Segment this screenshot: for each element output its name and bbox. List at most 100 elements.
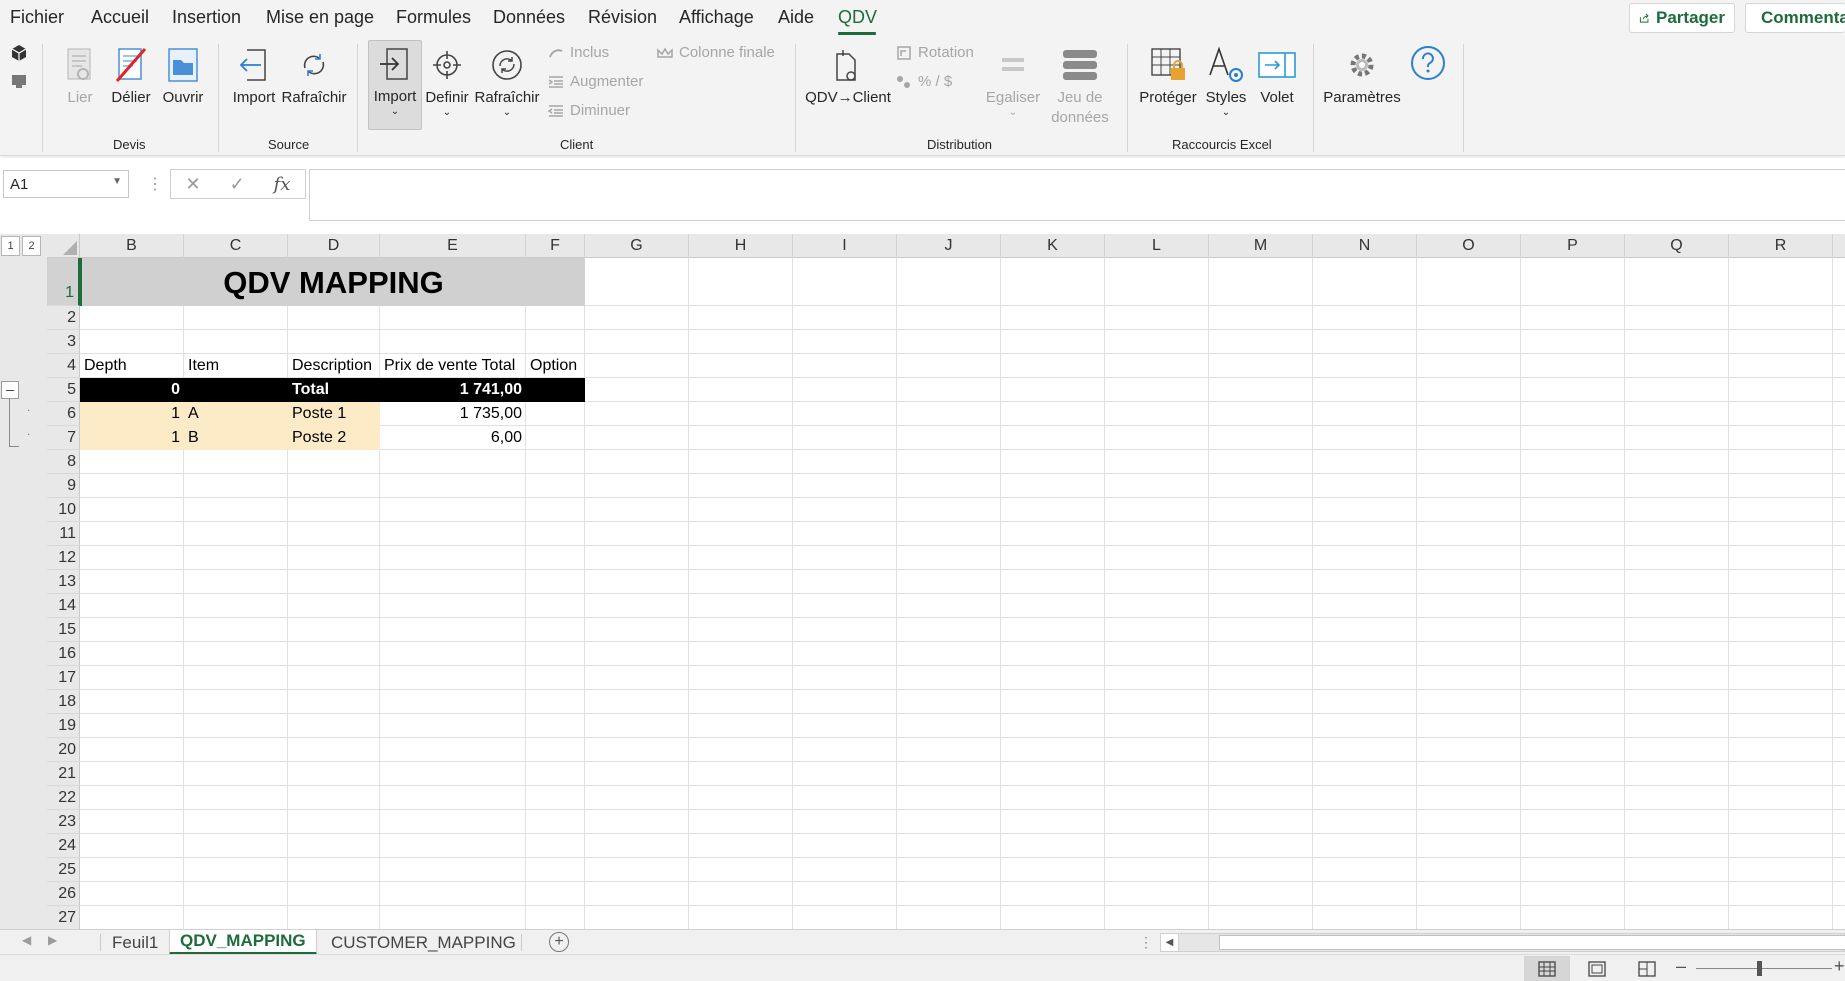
- chevron-down-icon[interactable]: ▼: [112, 176, 122, 187]
- row6-description[interactable]: Poste 1: [288, 402, 380, 426]
- rotation-button[interactable]: Rotation: [896, 44, 974, 61]
- row-header[interactable]: 3: [47, 330, 80, 354]
- row-header[interactable]: 11: [47, 522, 80, 546]
- column-header[interactable]: Q: [1625, 234, 1729, 258]
- row-header[interactable]: 23: [47, 810, 80, 834]
- row-header[interactable]: 17: [47, 666, 80, 690]
- row-header[interactable]: 24: [47, 834, 80, 858]
- cell-grid[interactable]: QDV MAPPING Depth Item Description Prix …: [80, 258, 1845, 929]
- menu-aide[interactable]: Aide: [778, 7, 814, 28]
- row6-item[interactable]: A: [184, 402, 288, 426]
- header-option[interactable]: Option: [526, 354, 585, 378]
- column-header[interactable]: H: [689, 234, 793, 258]
- header-prix[interactable]: Prix de vente Total: [380, 354, 526, 378]
- total-prix[interactable]: 1 741,00: [380, 378, 526, 402]
- menu-donnees[interactable]: Données: [493, 7, 565, 28]
- column-header[interactable]: K: [1001, 234, 1105, 258]
- column-header[interactable]: G: [585, 234, 689, 258]
- menu-accueil[interactable]: Accueil: [91, 7, 149, 28]
- menu-fichier[interactable]: Fichier: [10, 7, 64, 28]
- header-item[interactable]: Item: [184, 354, 288, 378]
- horizontal-scrollbar[interactable]: ◀: [1160, 933, 1845, 952]
- row-header[interactable]: 22: [47, 786, 80, 810]
- row-header[interactable]: 16: [47, 642, 80, 666]
- sheet-title-cell[interactable]: QDV MAPPING: [80, 258, 585, 306]
- cube-icon[interactable]: [10, 44, 28, 62]
- styles-button[interactable]: Styles ⌄: [1204, 42, 1248, 118]
- sheet-tab-customer-mapping[interactable]: CUSTOMER_MAPPING: [321, 930, 526, 955]
- column-header[interactable]: O: [1417, 234, 1521, 258]
- share-button[interactable]: Partager: [1629, 3, 1735, 33]
- row-header[interactable]: 5: [47, 378, 80, 402]
- enter-icon[interactable]: ✓: [230, 174, 245, 195]
- menu-formules[interactable]: Formules: [396, 7, 471, 28]
- sheet-tab-qdv-mapping[interactable]: QDV_MAPPING: [169, 930, 317, 955]
- row7-depth[interactable]: 1: [80, 426, 184, 450]
- column-header[interactable]: P: [1521, 234, 1625, 258]
- row-header[interactable]: 6: [47, 402, 80, 426]
- column-header[interactable]: N: [1313, 234, 1417, 258]
- column-header[interactable]: M: [1209, 234, 1313, 258]
- row-header[interactable]: 13: [47, 570, 80, 594]
- row-header[interactable]: 19: [47, 714, 80, 738]
- scroll-left-icon[interactable]: ◀: [1161, 934, 1179, 951]
- client-refresh-button[interactable]: Rafraîchir ⌄: [474, 42, 540, 118]
- menu-revision[interactable]: Révision: [588, 7, 657, 28]
- row-header[interactable]: 9: [47, 474, 80, 498]
- parametres-button[interactable]: Paramètres: [1323, 42, 1401, 108]
- more-icon[interactable]: ⋮: [1139, 934, 1153, 951]
- inclus-button[interactable]: Inclus: [548, 44, 609, 61]
- header-depth[interactable]: Depth: [80, 354, 184, 378]
- row6-prix[interactable]: 1 735,00: [380, 402, 526, 426]
- add-sheet-button[interactable]: +: [549, 932, 569, 952]
- colonne-finale-button[interactable]: Colonne finale: [657, 44, 775, 61]
- outline-level-2-button[interactable]: 2: [22, 236, 41, 256]
- tab-prev-icon[interactable]: ◀: [22, 933, 31, 947]
- row-header[interactable]: 25: [47, 858, 80, 882]
- row-header[interactable]: 2: [47, 306, 80, 330]
- column-header[interactable]: F: [526, 234, 585, 258]
- insert-function-icon[interactable]: fx: [274, 174, 291, 195]
- page-layout-view-button[interactable]: [1574, 956, 1620, 981]
- zoom-knob[interactable]: [1757, 961, 1762, 976]
- client-import-button[interactable]: Import ⌄: [368, 40, 422, 130]
- column-header[interactable]: I: [793, 234, 897, 258]
- egaliser-button[interactable]: Egaliser ⌄: [980, 42, 1046, 118]
- zoom-out-icon[interactable]: –: [1676, 956, 1686, 977]
- source-import-button[interactable]: Import: [230, 42, 278, 108]
- scroll-thumb[interactable]: [1219, 935, 1845, 950]
- augmenter-button[interactable]: Augmenter: [548, 73, 643, 90]
- row-header[interactable]: 26: [47, 882, 80, 906]
- page-break-view-button[interactable]: [1624, 956, 1670, 981]
- row-header[interactable]: 15: [47, 618, 80, 642]
- total-depth[interactable]: 0: [80, 378, 184, 402]
- row-header[interactable]: 10: [47, 498, 80, 522]
- column-header[interactable]: R: [1729, 234, 1833, 258]
- column-header[interactable]: B: [80, 234, 184, 258]
- help-icon[interactable]: [1409, 44, 1447, 82]
- row-header[interactable]: 1: [47, 258, 80, 306]
- column-header[interactable]: L: [1105, 234, 1209, 258]
- menu-affichage[interactable]: Affichage: [679, 7, 754, 28]
- zoom-in-icon[interactable]: +: [1834, 956, 1845, 977]
- lier-button[interactable]: Lier: [60, 42, 100, 108]
- formula-input[interactable]: [309, 169, 1845, 221]
- total-description[interactable]: Total: [288, 378, 380, 402]
- column-header[interactable]: C: [184, 234, 288, 258]
- qdv-client-button[interactable]: QDV→Client: [805, 42, 891, 108]
- more-icon[interactable]: ⋮: [147, 174, 163, 194]
- menu-insertion[interactable]: Insertion: [172, 7, 241, 28]
- source-refresh-button[interactable]: Rafraîchir: [281, 42, 347, 108]
- row-header[interactable]: 4: [47, 354, 80, 378]
- row-header[interactable]: 8: [47, 450, 80, 474]
- row-header[interactable]: 21: [47, 762, 80, 786]
- header-description[interactable]: Description: [288, 354, 380, 378]
- row-header[interactable]: 7: [47, 426, 80, 450]
- column-header[interactable]: J: [897, 234, 1001, 258]
- diminuer-button[interactable]: Diminuer: [548, 102, 630, 119]
- row7-item[interactable]: B: [184, 426, 288, 450]
- definir-button[interactable]: Definir ⌄: [424, 42, 470, 118]
- percent-button[interactable]: % / $: [896, 73, 952, 90]
- gear-small-icon[interactable]: [10, 72, 28, 90]
- normal-view-button[interactable]: [1524, 956, 1570, 981]
